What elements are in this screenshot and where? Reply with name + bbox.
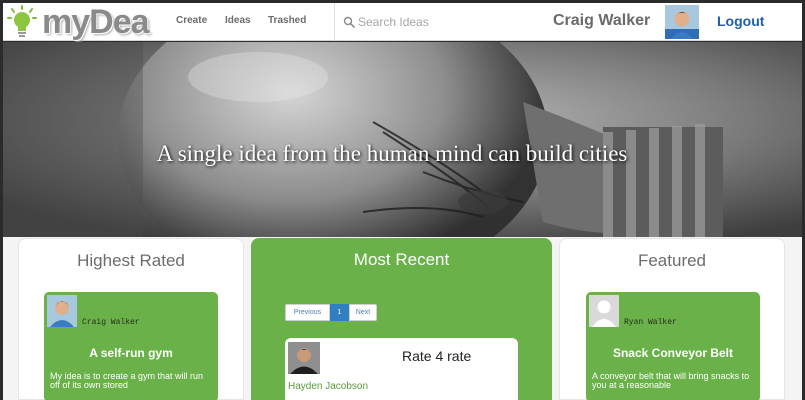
search-input[interactable] — [358, 15, 528, 29]
highest-rated-panel: Highest Rated Craig Walker A self-run gy… — [18, 238, 244, 400]
hero-banner: A single idea from the human mind can bu… — [3, 42, 802, 237]
hero-tagline: A single idea from the human mind can bu… — [156, 141, 628, 166]
card-description: A conveyor belt that will bring snacks t… — [592, 371, 750, 390]
content-area: Highest Rated Craig Walker A self-run gy… — [3, 237, 802, 400]
idea-card[interactable]: Craig Walker A self-run gym My idea is t… — [44, 292, 218, 400]
recent-idea-card[interactable]: Rate 4 rate Hayden Jacobson — [285, 338, 518, 400]
pagination-previous-button[interactable]: Previous — [285, 304, 330, 321]
card-title[interactable]: Snack Conveyor Belt — [586, 346, 760, 360]
highest-rated-title: Highest Rated — [77, 251, 185, 270]
idea-card[interactable]: Ryan Walker Snack Conveyor Belt A convey… — [586, 292, 760, 400]
default-avatar-icon — [589, 295, 619, 327]
most-recent-panel: Most Recent Previous 1 Next Rate 4 rate … — [251, 238, 552, 400]
nav-divider — [334, 3, 335, 41]
card-author: Hayden Jacobson — [288, 381, 369, 392]
card-author: Ryan Walker — [624, 318, 677, 327]
card-author: Craig Walker — [82, 318, 140, 327]
pagination: Previous 1 Next — [285, 304, 377, 321]
featured-panel: Featured Ryan Walker Snack Conveyor Belt… — [559, 238, 785, 400]
pagination-next-button[interactable]: Next — [349, 304, 377, 321]
most-recent-title: Most Recent — [353, 250, 450, 269]
search-icon — [343, 16, 355, 28]
lightbulb-icon — [7, 5, 37, 37]
app-name: myDea — [42, 3, 150, 41]
user-avatar[interactable] — [665, 5, 699, 39]
app-logo[interactable]: myDea — [7, 3, 150, 41]
featured-title: Featured — [637, 251, 707, 270]
nav-ideas-link[interactable]: Ideas — [225, 15, 251, 26]
pagination-page-1[interactable]: 1 — [330, 304, 349, 321]
logout-link[interactable]: Logout — [717, 13, 764, 29]
author-avatar — [47, 295, 77, 327]
top-navbar: myDea Create Ideas Trashed Craig Walker … — [3, 3, 802, 41]
nav-create-link[interactable]: Create — [176, 15, 207, 26]
user-name: Craig Walker — [553, 12, 651, 29]
card-description: My idea is to create a gym that will run… — [50, 371, 204, 390]
idea-rating: Rate 4 rate — [402, 348, 472, 364]
author-avatar — [288, 342, 320, 374]
search-box — [343, 11, 533, 33]
nav-trashed-link[interactable]: Trashed — [268, 15, 306, 26]
card-title[interactable]: A self-run gym — [44, 346, 218, 360]
